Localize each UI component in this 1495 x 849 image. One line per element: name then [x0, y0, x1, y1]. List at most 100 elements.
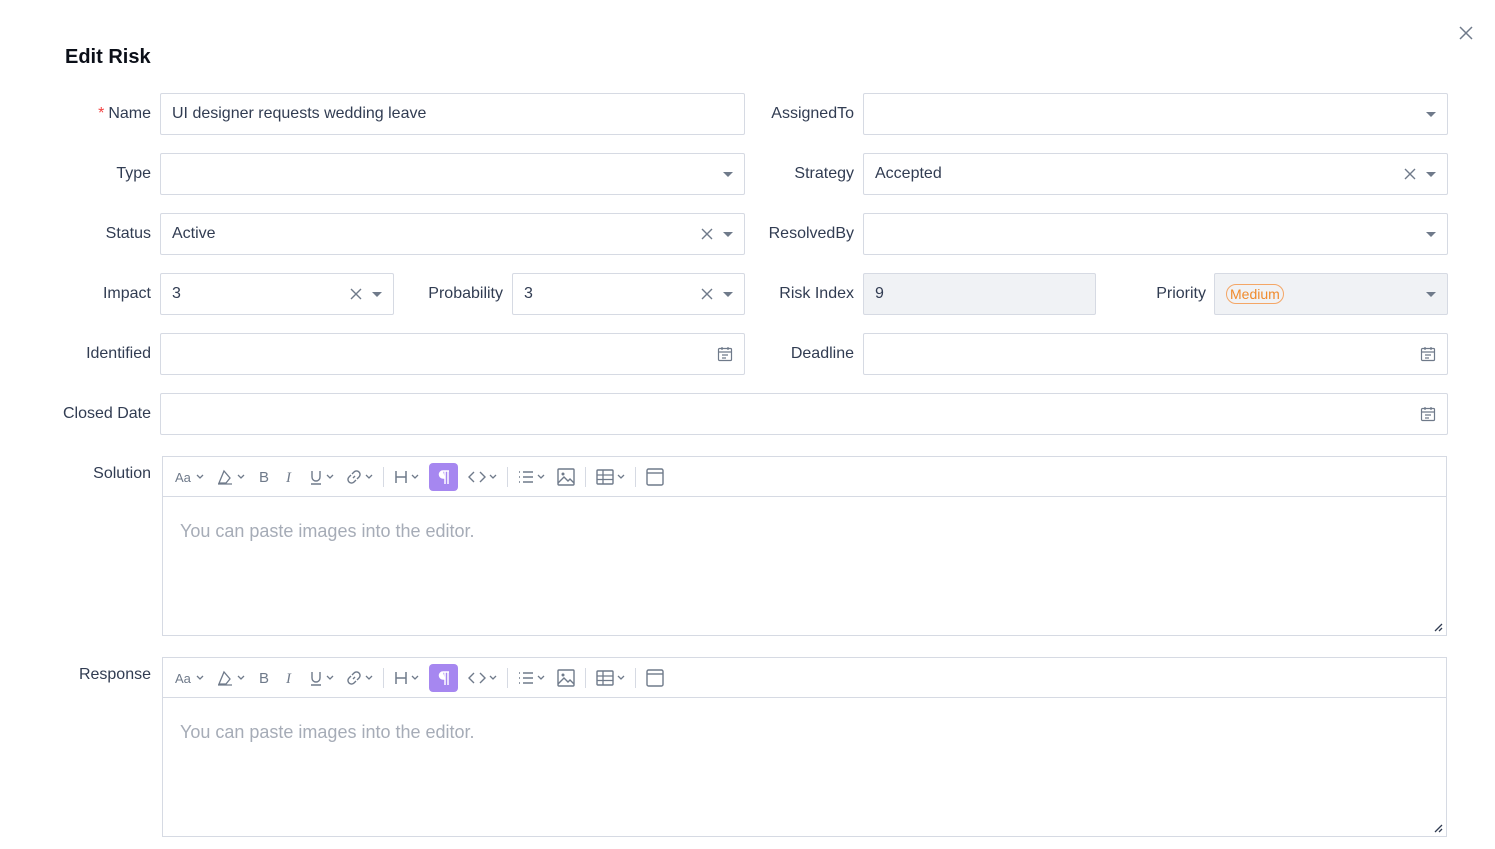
table-button[interactable]: [594, 463, 627, 491]
priority-badge: Medium: [1226, 284, 1284, 304]
text-color-button[interactable]: [214, 664, 247, 692]
name-input[interactable]: UI designer requests wedding leave: [160, 93, 745, 135]
image-icon: [557, 668, 575, 687]
list-button[interactable]: [516, 664, 547, 692]
resolved-by-select[interactable]: [863, 213, 1448, 255]
paragraph-icon: [438, 469, 449, 484]
clear-icon[interactable]: [701, 288, 713, 300]
response-editor-body[interactable]: You can paste images into the editor.: [163, 698, 1446, 836]
underline-button[interactable]: [307, 463, 336, 491]
code-button[interactable]: [466, 463, 499, 491]
caret-down-icon: [1426, 231, 1436, 237]
priority-label: Priority: [1156, 285, 1206, 302]
svg-text:B: B: [259, 469, 269, 485]
list-icon: [519, 470, 533, 483]
toolbar-divider: [585, 667, 586, 688]
status-value: Active: [172, 225, 216, 242]
identified-date-input[interactable]: [160, 333, 745, 375]
strategy-label: Strategy: [794, 165, 854, 182]
deadline-date-input[interactable]: [863, 333, 1448, 375]
table-icon: [596, 669, 614, 686]
risk-index-value: 9: [875, 285, 884, 302]
caret-down-icon: [723, 291, 733, 297]
paragraph-button[interactable]: [429, 462, 458, 491]
risk-index-input: 9: [863, 273, 1096, 315]
caret-down-icon: [1426, 171, 1436, 177]
status-label: Status: [105, 225, 151, 242]
font-size-button[interactable]: Aa: [173, 664, 206, 692]
resolved-by-label: ResolvedBy: [768, 225, 854, 242]
clear-icon[interactable]: [1404, 168, 1416, 180]
link-button[interactable]: [344, 463, 375, 491]
italic-button[interactable]: I: [281, 664, 299, 692]
assigned-to-select[interactable]: [863, 93, 1448, 135]
closed-date-label: Closed Date: [62, 405, 151, 422]
font-size-icon: Aa: [175, 470, 192, 484]
svg-text:B: B: [259, 670, 269, 686]
calendar-icon: [1420, 347, 1436, 362]
fullscreen-button[interactable]: [644, 664, 666, 692]
underline-button[interactable]: [307, 664, 336, 692]
probability-value: 3: [524, 285, 533, 302]
link-button[interactable]: [344, 664, 375, 692]
caret-down-icon: [723, 171, 733, 177]
assigned-to-label: AssignedTo: [771, 105, 854, 122]
image-button[interactable]: [555, 664, 577, 692]
required-mark: *: [98, 105, 105, 122]
fullscreen-button[interactable]: [644, 463, 666, 491]
underline-icon: [311, 470, 321, 485]
list-button[interactable]: [516, 463, 547, 491]
solution-editor-body[interactable]: You can paste images into the editor.: [163, 497, 1446, 635]
text-color-icon: [218, 469, 232, 485]
font-size-button[interactable]: Aa: [173, 463, 206, 491]
italic-button[interactable]: I: [281, 463, 299, 491]
strategy-select[interactable]: Accepted: [863, 153, 1448, 195]
svg-text:Aa: Aa: [175, 671, 192, 685]
bold-button[interactable]: B: [255, 463, 273, 491]
bold-button[interactable]: B: [255, 664, 273, 692]
calendar-icon: [1420, 407, 1436, 422]
calendar-icon: [717, 347, 733, 362]
image-button[interactable]: [555, 463, 577, 491]
paragraph-button[interactable]: [429, 663, 458, 692]
toolbar-divider: [635, 466, 636, 487]
name-label: * Name: [98, 105, 151, 122]
bold-icon: B: [259, 469, 269, 485]
list-icon: [519, 671, 533, 684]
clear-icon[interactable]: [701, 228, 713, 240]
probability-select[interactable]: 3: [512, 273, 745, 315]
impact-select[interactable]: 3: [160, 273, 394, 315]
status-select[interactable]: Active: [160, 213, 745, 255]
clear-icon[interactable]: [350, 288, 362, 300]
paragraph-icon: [438, 670, 449, 685]
heading-button[interactable]: [392, 463, 421, 491]
resize-handle-icon[interactable]: [1433, 823, 1443, 833]
priority-select: Medium: [1214, 273, 1448, 315]
identified-label: Identified: [86, 345, 151, 362]
table-button[interactable]: [594, 664, 627, 692]
text-color-icon: [218, 670, 232, 686]
response-label: Response: [78, 666, 151, 683]
solution-editor: Aa B I You can paste images into the edi…: [162, 456, 1447, 636]
caret-down-icon: [1426, 291, 1436, 297]
editor-toolbar: Aa B I: [163, 658, 1446, 698]
svg-text:Aa: Aa: [175, 470, 192, 484]
link-icon: [347, 469, 361, 484]
type-select[interactable]: [160, 153, 745, 195]
resize-handle-icon[interactable]: [1433, 622, 1443, 632]
caret-down-icon: [723, 231, 733, 237]
link-icon: [347, 670, 361, 685]
closed-date-input[interactable]: [160, 393, 1448, 435]
fullscreen-icon: [646, 467, 664, 486]
text-color-button[interactable]: [214, 463, 247, 491]
heading-icon: [395, 470, 407, 483]
editor-toolbar: Aa B I: [163, 457, 1446, 497]
heading-icon: [395, 671, 407, 684]
close-button[interactable]: [1455, 22, 1477, 44]
toolbar-divider: [507, 466, 508, 487]
svg-text:I: I: [285, 470, 292, 485]
heading-button[interactable]: [392, 664, 421, 692]
caret-down-icon: [1426, 111, 1436, 117]
toolbar-divider: [635, 667, 636, 688]
code-button[interactable]: [466, 664, 499, 692]
